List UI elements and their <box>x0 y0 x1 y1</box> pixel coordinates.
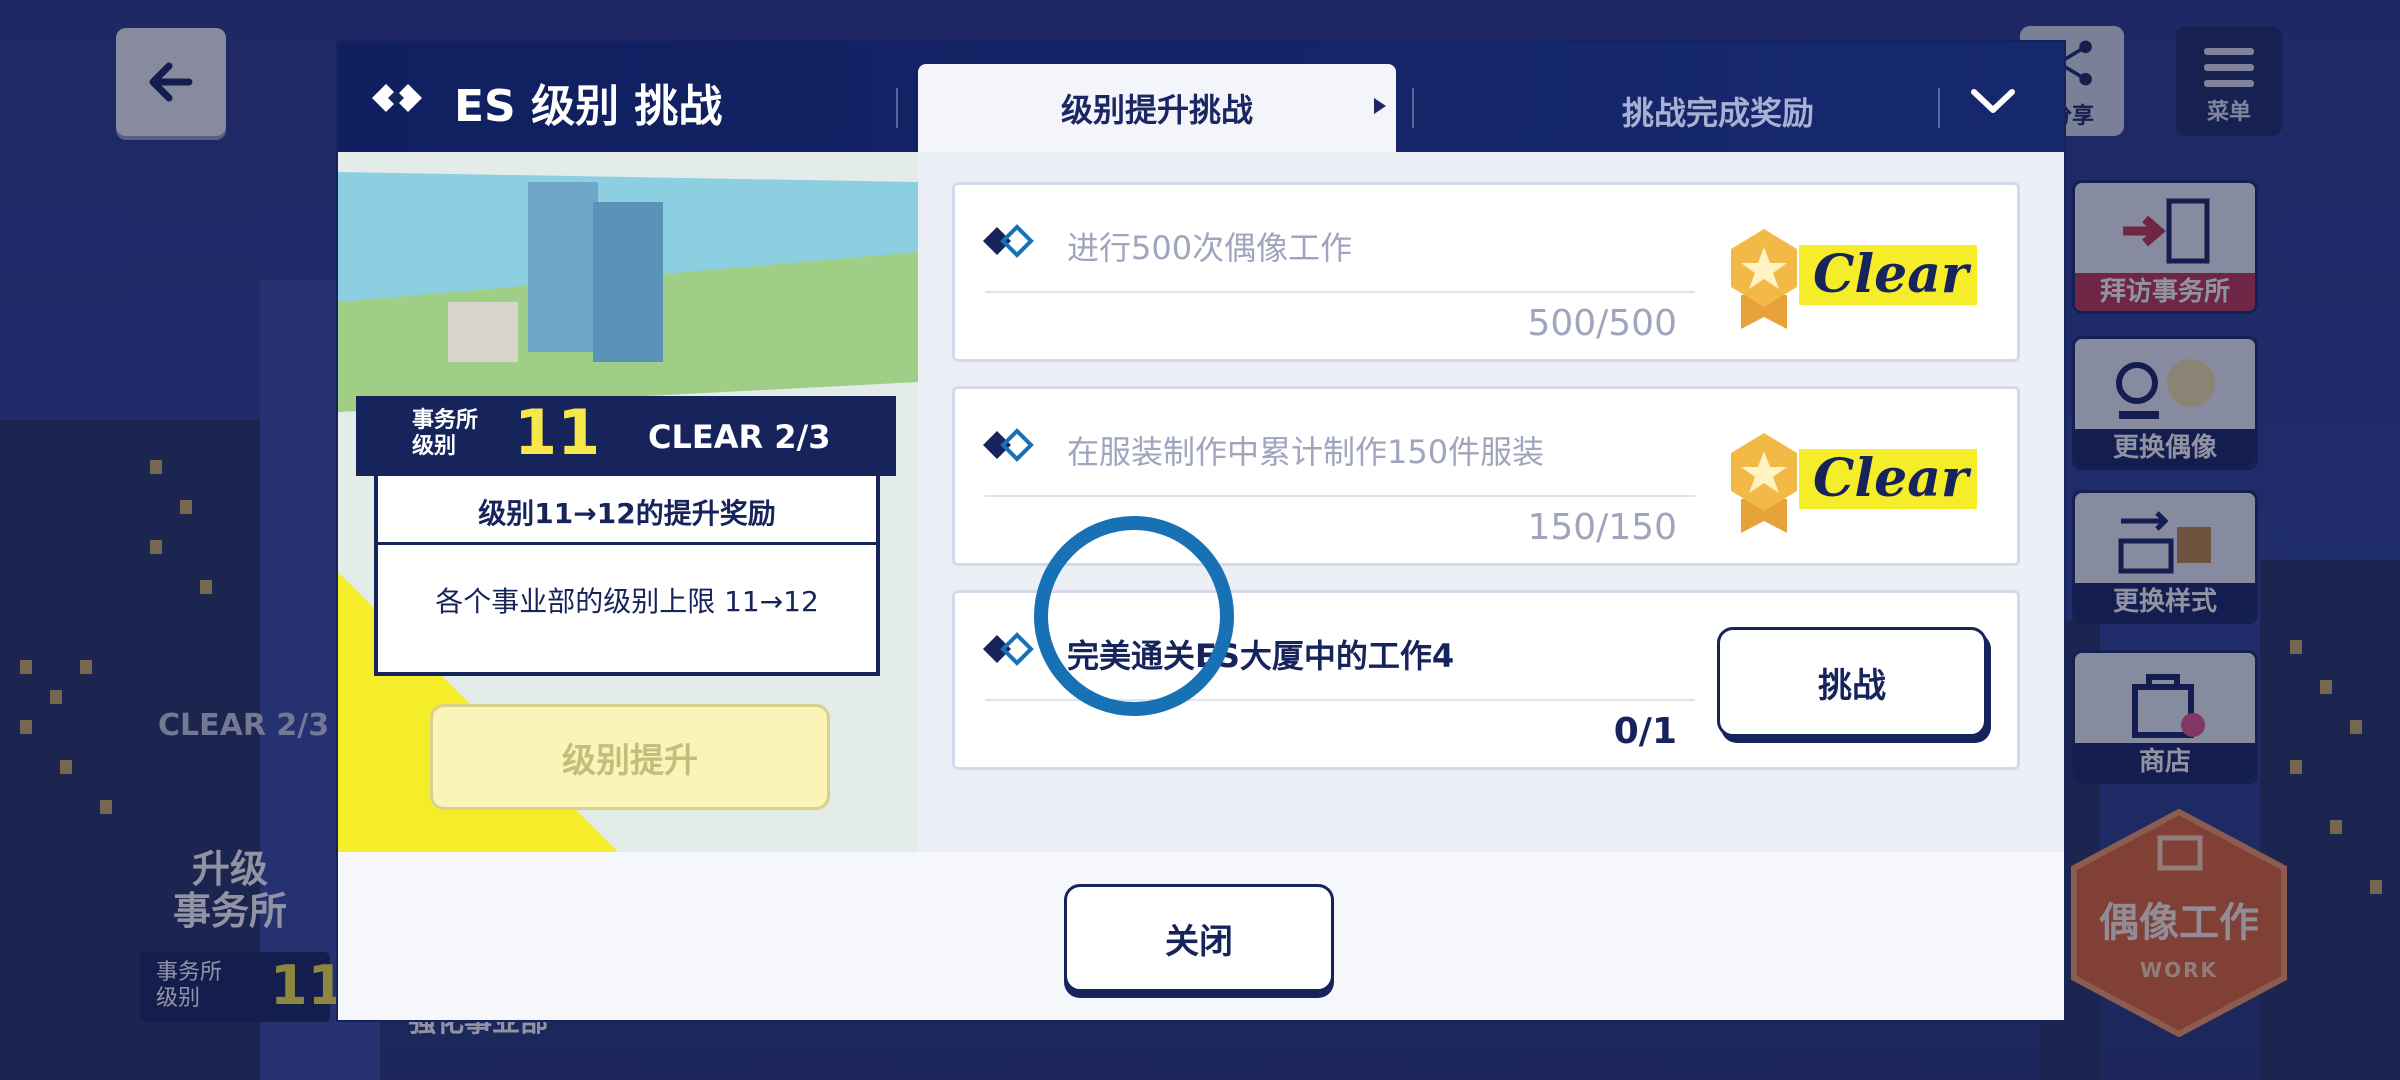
header-divider <box>1412 88 1414 128</box>
dialog-header: ES 级别 挑战 级别提升挑战 挑战完成奖励 <box>338 42 2064 152</box>
level-number: 11 <box>514 396 601 469</box>
tab-challenge-rewards[interactable]: 挑战完成奖励 <box>1438 88 1998 134</box>
clear-badge: Clear <box>1721 429 1983 533</box>
level-upgrade-button[interactable]: 级别提升 <box>430 704 830 810</box>
challenge-progress: 500/500 <box>1527 303 1677 344</box>
diamond-icon <box>983 632 1034 666</box>
es-logo-icon <box>372 84 422 112</box>
reward-description: 各个事业部的级别上限 11→12 <box>435 585 819 618</box>
divider <box>985 495 1695 497</box>
level-reward-card: 事务所 级别 11 CLEAR 2/3 级别11→12的提升奖励 各个事业部的级别… <box>356 396 896 676</box>
dialog-title: ES 级别 挑战 <box>454 81 723 132</box>
divider <box>985 291 1695 293</box>
chevron-down-icon[interactable] <box>1968 82 2018 122</box>
level-label1: 事务所 <box>412 408 479 433</box>
clear-badge-text: Clear <box>1799 449 1977 509</box>
tab-level-challenge-label: 级别提升挑战 <box>1060 91 1253 129</box>
star-medal-icon <box>1731 433 1797 533</box>
diamond-icon <box>983 428 1034 462</box>
challenge-progress: 150/150 <box>1527 507 1677 548</box>
challenge-progress: 0/1 <box>1613 711 1677 752</box>
challenge-text: 进行500次偶像工作 <box>1067 229 1353 267</box>
level-panel: 事务所 级别 11 CLEAR 2/3 级别11→12的提升奖励 各个事业部的级别… <box>338 152 918 852</box>
challenge-button[interactable]: 挑战 <box>1717 627 1987 737</box>
es-level-challenge-dialog: ES 级别 挑战 级别提升挑战 挑战完成奖励 事务所 级别 11 CLEAR 2… <box>338 42 2064 1020</box>
diamond-icon <box>983 224 1034 258</box>
clear-badge: Clear <box>1721 225 1983 329</box>
level-label2: 级别 <box>412 434 457 459</box>
level-clear-count: CLEAR 2/3 <box>648 418 831 456</box>
header-divider <box>896 88 898 128</box>
challenge-text: 在服装制作中累计制作150件服装 <box>1067 433 1545 471</box>
clear-badge-text: Clear <box>1799 245 1977 305</box>
challenge-item: 进行500次偶像工作 500/500 Clear <box>952 182 2020 362</box>
tab-arrow-icon <box>1374 98 1386 114</box>
close-button[interactable]: 关闭 <box>1064 884 1334 992</box>
tab-level-challenge[interactable]: 级别提升挑战 <box>918 64 1396 152</box>
reward-title: 级别11→12的提升奖励 <box>378 486 876 545</box>
challenge-list[interactable]: 进行500次偶像工作 500/500 Clear 在服装制作中累计制作150件服… <box>918 152 2064 852</box>
star-medal-icon <box>1731 229 1797 329</box>
level-banner: 事务所 级别 11 CLEAR 2/3 <box>356 396 896 476</box>
tap-indicator <box>1034 516 1234 716</box>
header-divider <box>1938 88 1940 128</box>
